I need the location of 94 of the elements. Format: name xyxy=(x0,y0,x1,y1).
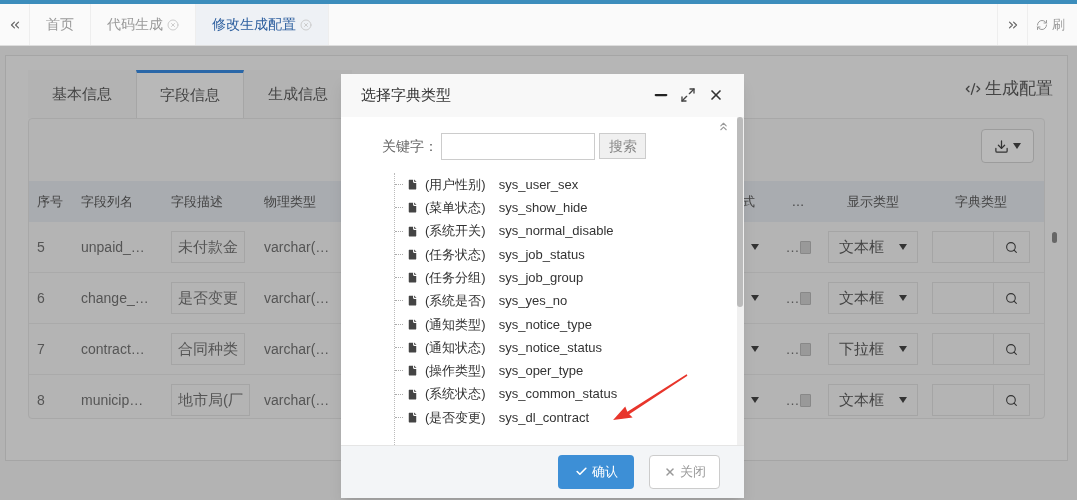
table-cell-text: 5 xyxy=(37,237,46,257)
caret-icon[interactable] xyxy=(899,346,907,352)
tree-item[interactable]: (通知类型) sys_notice_type xyxy=(425,314,592,334)
keyword-label: 关键字： xyxy=(382,136,438,156)
display-type-select[interactable]: 文本框 xyxy=(828,231,918,263)
dict-type-field[interactable] xyxy=(931,231,1030,263)
checkbox[interactable] xyxy=(799,342,811,356)
tree-item[interactable]: (是否变更) sys_dl_contract xyxy=(425,407,589,428)
description-field[interactable]: 合同种类 xyxy=(171,332,245,366)
column-header: 物理类型 xyxy=(264,192,317,211)
file-icon xyxy=(406,224,419,238)
file-icon xyxy=(406,178,419,191)
file-icon xyxy=(406,387,419,401)
description-field[interactable]: 是否变更 xyxy=(171,281,245,315)
table-cell-text: varchar(… xyxy=(264,288,331,308)
section-tab[interactable]: 字段信息 xyxy=(136,70,244,118)
dialog-title: 选择字典类型 xyxy=(361,85,451,106)
scrollbar-thumb[interactable] xyxy=(737,116,743,307)
close-button[interactable]: 关闭 xyxy=(649,454,720,489)
caret-icon[interactable] xyxy=(899,244,907,250)
table-cell-text: … xyxy=(785,288,800,308)
confirm-button[interactable]: 确认 xyxy=(558,454,634,489)
display-type-select[interactable]: 文本框 xyxy=(828,282,918,314)
tree-item[interactable]: (任务状态) sys_job_status xyxy=(425,244,585,265)
page-tab[interactable]: 修改生成配置 xyxy=(196,4,329,45)
search-icon[interactable] xyxy=(1004,240,1018,254)
close-icon xyxy=(663,465,676,478)
table-cell-text: unpaid_… xyxy=(81,237,146,257)
caret-icon[interactable] xyxy=(751,295,759,301)
file-icon xyxy=(406,410,419,424)
table-cell-text: 8 xyxy=(37,390,46,410)
table-cell-text: contract… xyxy=(81,339,146,359)
checkbox[interactable] xyxy=(799,291,811,305)
search-icon[interactable] xyxy=(1004,393,1018,407)
caret-icon[interactable] xyxy=(899,397,907,403)
tree-item[interactable]: (用户性别) sys_user_sex xyxy=(425,174,579,195)
table-cell-text: 7 xyxy=(37,339,46,359)
table-cell-text: municip… xyxy=(81,390,145,410)
column-header: 字典类型 xyxy=(953,192,1008,211)
export-button[interactable] xyxy=(981,129,1034,163)
display-type-select[interactable]: 下拉框 xyxy=(828,333,918,365)
tree-item[interactable]: (系统状态) sys_common_status xyxy=(425,384,618,404)
column-header: 序号 xyxy=(37,192,64,211)
dict-type-field[interactable] xyxy=(931,333,1030,365)
table-cell-text: varchar(… xyxy=(264,339,331,359)
download-icon xyxy=(994,138,1009,154)
file-icon xyxy=(406,341,419,355)
file-icon xyxy=(406,201,419,215)
search-icon[interactable] xyxy=(1004,342,1018,356)
tree-item[interactable]: (系统开关) sys_normal_disable xyxy=(425,221,614,241)
tree-item[interactable]: (通知状态) sys_notice_status xyxy=(425,337,602,358)
keyword-field[interactable] xyxy=(441,132,595,160)
caret-icon[interactable] xyxy=(899,295,907,301)
column-header: 显示类型 xyxy=(846,192,900,211)
table-cell-text: … xyxy=(785,339,800,359)
generate-config-link[interactable]: 生成配置 xyxy=(965,76,1053,102)
column-header: 字段列名 xyxy=(81,192,134,211)
table-cell-text: change_… xyxy=(81,288,150,308)
caret-icon[interactable] xyxy=(751,346,759,352)
column-header: 字段描述 xyxy=(171,192,224,211)
table-cell-text: 6 xyxy=(37,288,46,308)
display-type-select[interactable]: 文本框 xyxy=(828,384,918,416)
table-cell-text: varchar(… xyxy=(264,237,331,257)
caret-icon[interactable] xyxy=(751,397,759,403)
maximize-icon[interactable] xyxy=(680,87,696,104)
refresh-icon xyxy=(1036,18,1048,31)
table-cell-text: … xyxy=(785,390,800,410)
caret-icon[interactable] xyxy=(751,244,759,250)
tree-item[interactable]: (系统是否) sys_yes_no xyxy=(425,291,568,311)
file-icon xyxy=(406,364,419,378)
file-icon xyxy=(406,317,419,331)
file-icon xyxy=(406,294,419,308)
code-icon xyxy=(965,81,981,97)
checkbox[interactable] xyxy=(799,240,811,254)
refresh-button[interactable]: 刷 xyxy=(1027,4,1077,45)
search-button[interactable]: 搜索 xyxy=(599,133,646,160)
table-cell-text: … xyxy=(785,237,800,257)
column-header: … xyxy=(790,192,806,211)
tree-item[interactable]: (操作类型) sys_oper_type xyxy=(425,361,584,381)
caret-icon[interactable] xyxy=(1013,143,1021,149)
description-field[interactable]: 未付款金 xyxy=(171,230,245,264)
tree-item[interactable]: (任务分组) sys_job_group xyxy=(425,267,584,288)
dict-type-field[interactable] xyxy=(931,384,1030,416)
column-header: 式 xyxy=(740,192,756,211)
file-icon xyxy=(406,247,419,261)
page-tab[interactable]: 首页 xyxy=(30,4,91,45)
table-cell-text: varchar(… xyxy=(264,390,331,410)
checkbox[interactable] xyxy=(799,393,811,407)
tree-item[interactable]: (菜单状态) sys_show_hide xyxy=(425,198,588,218)
description-field[interactable]: 地市局(厂 xyxy=(171,383,250,417)
dict-type-field[interactable] xyxy=(931,282,1030,314)
scrollbar-thumb[interactable] xyxy=(1052,232,1057,243)
file-icon xyxy=(406,271,419,285)
search-icon[interactable] xyxy=(1004,291,1018,305)
